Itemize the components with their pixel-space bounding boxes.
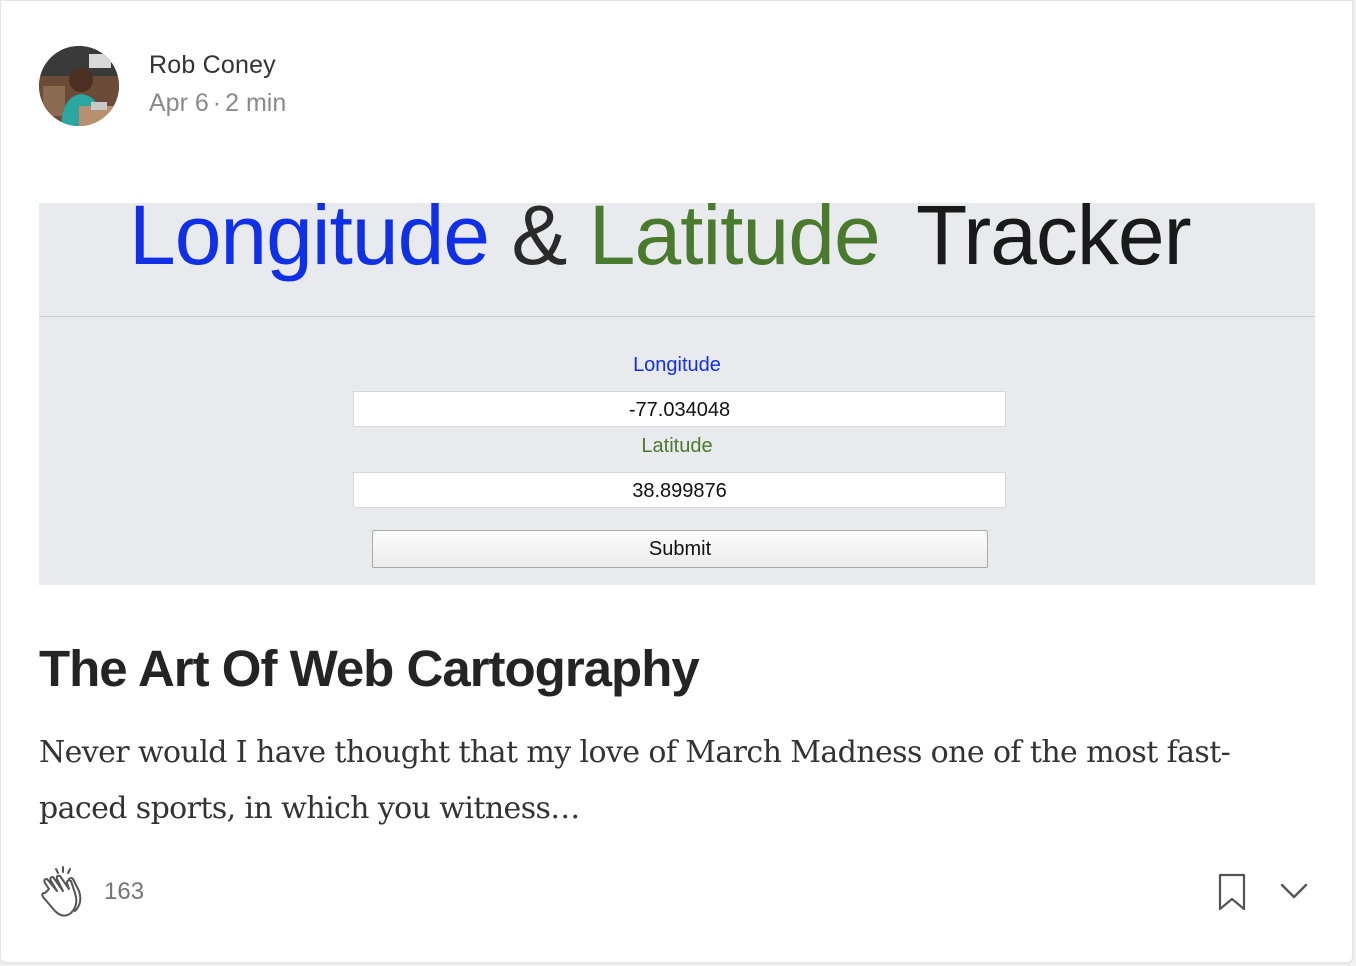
post-meta: Apr 6 · 2 min [149,89,286,118]
latitude-label: Latitude [641,435,713,457]
longitude-input: -77.034048 [353,391,1006,427]
meta-separator: · [212,88,222,117]
latitude-input: 38.899876 [353,472,1006,508]
avatar-image [39,46,119,126]
hero-title-longitude: Longitude [129,203,490,282]
clap-icon[interactable] [39,865,87,919]
bookmark-icon[interactable] [1217,873,1247,911]
hero-title: Longitude & Latitude Tracker [129,203,1192,277]
post-date: Apr 6 [149,88,209,117]
clap-control[interactable]: 163 [39,865,144,919]
story-card[interactable]: Rob Coney Apr 6 · 2 min Longitude & Latitu… [0,0,1353,963]
author-meta: Rob Coney Apr 6 · 2 min [149,51,286,118]
hero-title-amp: & [511,203,567,282]
chevron-down-icon[interactable] [1279,879,1309,903]
hero-image[interactable]: Longitude & Latitude Tracker Longitude -… [39,203,1315,585]
read-time: 2 min [225,88,287,117]
hero-title-tracker: Tracker [916,203,1192,282]
post-title[interactable]: The Art Of Web Cartography [39,639,700,698]
author-block: Rob Coney Apr 6 · 2 min [39,46,286,126]
hero-title-latitude: Latitude [588,203,881,282]
hero-divider [39,316,1315,317]
clap-count: 163 [104,878,145,905]
post-excerpt[interactable]: Never would I have thought that my love … [39,725,1299,837]
author-avatar[interactable] [39,46,119,126]
author-name[interactable]: Rob Coney [149,51,286,80]
longitude-label: Longitude [633,354,721,376]
submit-button: Submit [372,530,988,568]
